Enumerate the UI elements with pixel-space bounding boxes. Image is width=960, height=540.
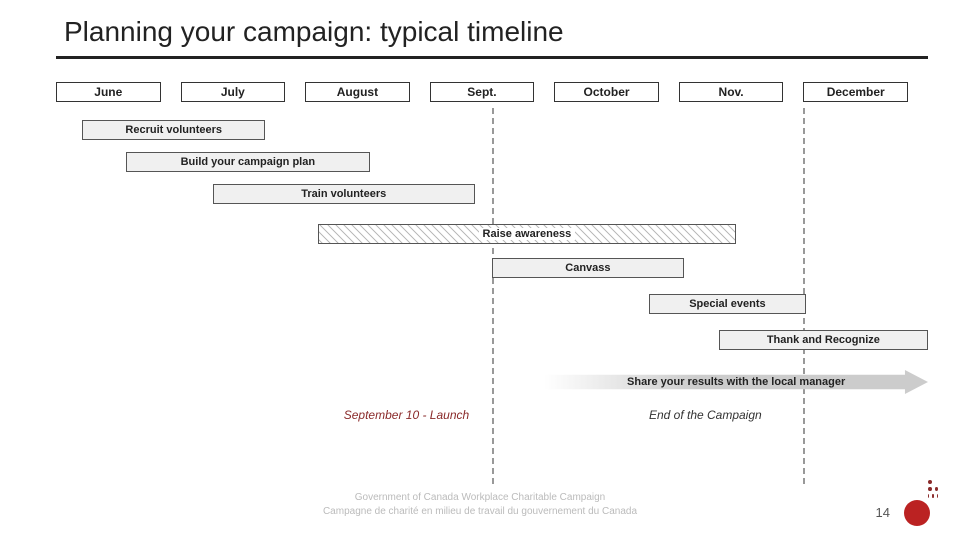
bar-awareness-label: Raise awareness [479, 228, 576, 240]
month-june: June [56, 82, 161, 102]
month-sept: Sept. [430, 82, 535, 102]
title-rule [56, 56, 928, 59]
note-end: End of the Campaign [649, 408, 762, 422]
page-title: Planning your campaign: typical timeline [0, 0, 960, 56]
corner-dots-icon [928, 480, 938, 498]
bar-train: Train volunteers [213, 184, 475, 204]
month-nov: Nov. [679, 82, 784, 102]
month-december: December [803, 82, 908, 102]
bar-events: Special events [649, 294, 806, 314]
launch-line [492, 108, 494, 484]
month-october: October [554, 82, 659, 102]
footer-line2: Campagne de charité en milieu de travail… [0, 505, 960, 518]
footer-line1: Government of Canada Workplace Charitabl… [0, 491, 960, 504]
timeline-chart: June July August Sept. October Nov. Dece… [56, 82, 928, 480]
month-july: July [181, 82, 286, 102]
bar-recruit: Recruit volunteers [82, 120, 265, 140]
bar-thank: Thank and Recognize [719, 330, 928, 350]
month-axis: June July August Sept. October Nov. Dece… [56, 82, 928, 110]
bar-share-label: Share your results with the local manage… [627, 376, 845, 388]
month-august: August [305, 82, 410, 102]
campaign-logo-icon [904, 500, 930, 526]
page-number: 14 [876, 505, 890, 520]
bar-awareness: Raise awareness [318, 224, 737, 244]
bar-plan: Build your campaign plan [126, 152, 370, 172]
note-launch: September 10 - Launch [344, 408, 469, 422]
bar-canvass: Canvass [492, 258, 684, 278]
bar-share: Share your results with the local manage… [544, 370, 928, 394]
